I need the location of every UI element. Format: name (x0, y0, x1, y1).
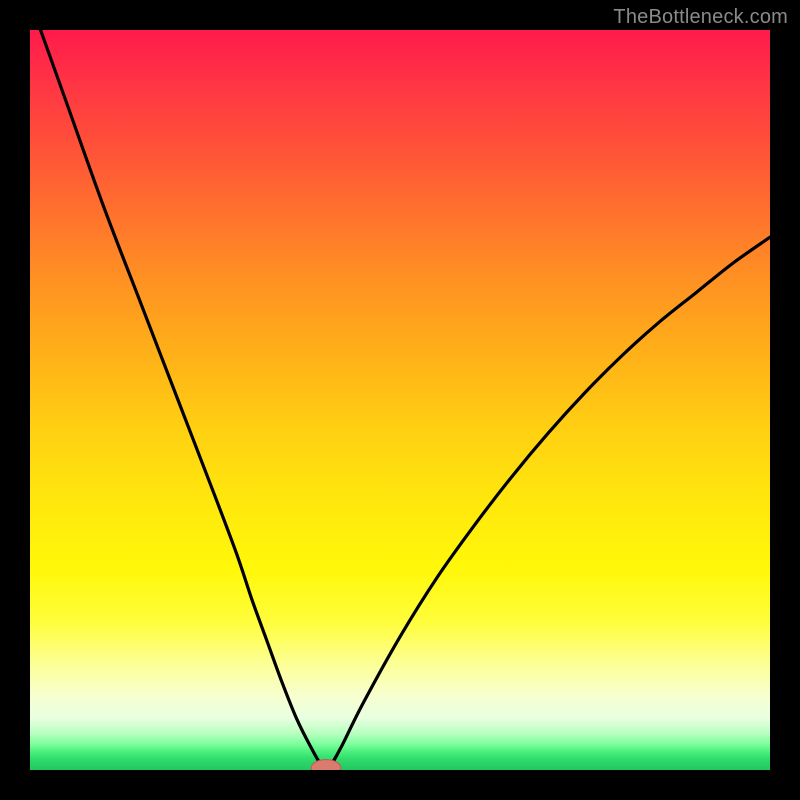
chart-frame: TheBottleneck.com (0, 0, 800, 800)
plot-area (30, 30, 770, 770)
bottleneck-curve (30, 30, 770, 769)
optimum-marker (311, 760, 341, 770)
chart-svg (30, 30, 770, 770)
watermark-text: TheBottleneck.com (613, 6, 788, 29)
